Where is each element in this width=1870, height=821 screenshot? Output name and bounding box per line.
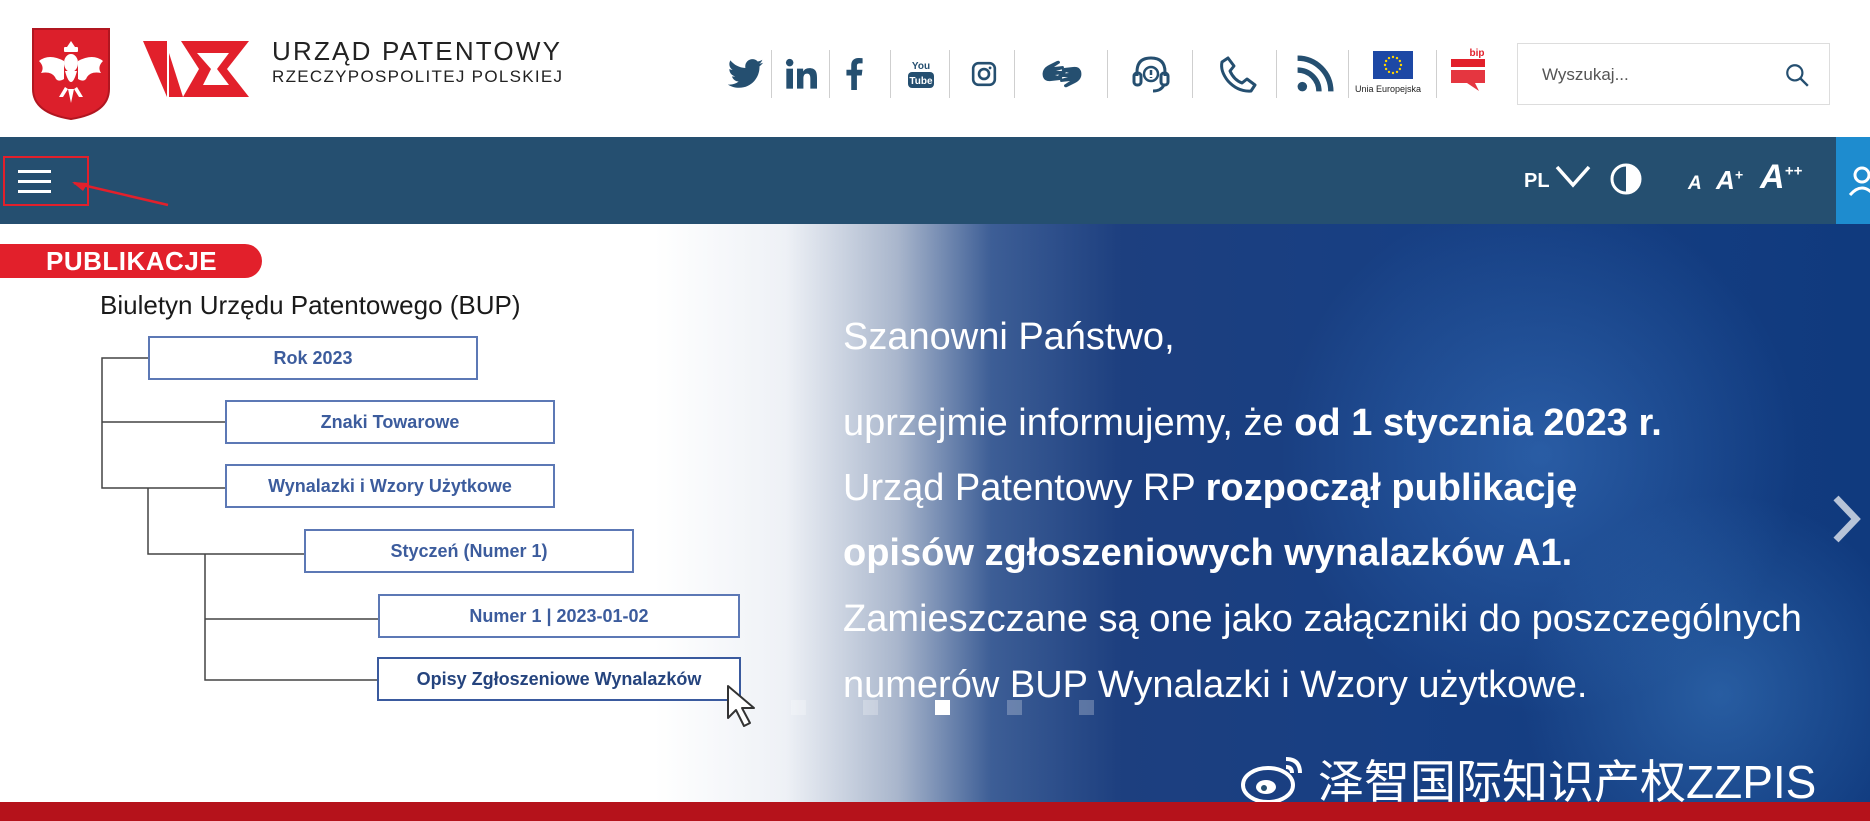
- slider-dot-active[interactable]: [935, 700, 950, 715]
- font-size-large-plus: ++: [1784, 162, 1803, 180]
- helpdesk-link[interactable]: [1126, 47, 1176, 101]
- brand-line-2: RZECZYPOSPOLITEJ POLSKIEJ: [272, 67, 564, 86]
- divider: [1348, 50, 1349, 98]
- divider: [1276, 50, 1277, 98]
- instagram-icon: [971, 61, 997, 87]
- hero-greeting: Szanowni Państwo,: [843, 316, 1175, 358]
- sign-language-link[interactable]: [1034, 47, 1090, 101]
- contrast-icon[interactable]: [1609, 162, 1643, 196]
- tree-item-year: Rok 2023: [148, 336, 478, 380]
- twitter-icon: [728, 59, 764, 88]
- hero-line-3-bold: opisów zgłoszeniowych wynalazków A1.: [843, 532, 1573, 574]
- accessibility-button[interactable]: [1836, 137, 1870, 224]
- hero-line-2-normal: Urząd Patentowy RP: [843, 467, 1206, 509]
- menu-line: [18, 190, 51, 193]
- slider-dot[interactable]: [863, 700, 878, 715]
- linkedin-icon: [785, 58, 817, 89]
- svg-text:bip: bip: [1470, 48, 1485, 59]
- slider-dot[interactable]: [1079, 700, 1094, 715]
- slider-dot[interactable]: [791, 700, 806, 715]
- chevron-down-icon[interactable]: [1555, 163, 1591, 189]
- divider: [1192, 50, 1193, 98]
- hero-line-2: Urząd Patentowy RP rozpoczął publikację: [843, 467, 1577, 510]
- language-selector[interactable]: PL: [1524, 170, 1550, 193]
- instagram-link[interactable]: [960, 47, 1008, 101]
- sign-language-icon: [1042, 60, 1082, 88]
- divider: [1107, 50, 1108, 98]
- facebook-link[interactable]: [836, 47, 872, 101]
- tree-item-application-descriptions: Opisy Zgłoszeniowe Wynalazków: [377, 657, 741, 701]
- font-size-medium-button[interactable]: A+: [1716, 165, 1743, 196]
- hero-line-2-bold: rozpoczął publikację: [1205, 467, 1578, 509]
- svg-text:You: You: [912, 61, 930, 72]
- hero-line-3: opisów zgłoszeniowych wynalazków A1.: [843, 532, 1572, 575]
- divider: [829, 50, 830, 98]
- tree-item-issue: Numer 1 | 2023-01-02: [378, 594, 740, 638]
- search-icon[interactable]: [1784, 62, 1810, 88]
- slider-dot[interactable]: [1007, 700, 1022, 715]
- tree-item-january: Styczeń (Numer 1): [304, 529, 634, 573]
- font-size-medium-label: A: [1716, 165, 1735, 195]
- font-size-large-label: A: [1760, 158, 1785, 196]
- font-size-large-button[interactable]: A++: [1760, 158, 1802, 197]
- bip-icon: bip: [1451, 48, 1485, 91]
- main-nav-bar: PL A A+ A++: [0, 137, 1870, 224]
- polish-emblem-logo[interactable]: [31, 27, 111, 121]
- eu-link[interactable]: [1354, 44, 1432, 86]
- divider: [1014, 50, 1015, 98]
- footer-red-bar: [0, 802, 1870, 821]
- hero-line-1-bold: od 1 stycznia 2023 r.: [1294, 402, 1662, 444]
- rss-icon: [1297, 55, 1334, 92]
- search-input[interactable]: [1542, 62, 1772, 88]
- rss-link[interactable]: [1292, 47, 1338, 101]
- watermark-text: 泽智国际知识产权ZZPIS: [1318, 756, 1817, 802]
- eu-label[interactable]: Unia Europejska: [1355, 84, 1421, 94]
- linkedin-link[interactable]: [778, 47, 824, 101]
- menu-line: [18, 170, 51, 173]
- headset-icon: [1132, 56, 1170, 93]
- facebook-icon: [846, 58, 863, 90]
- brand-name[interactable]: URZĄD PATENTOWY RZECZYPOSPOLITEJ POLSKIE…: [272, 36, 563, 88]
- search-box[interactable]: [1517, 43, 1830, 105]
- phone-link[interactable]: [1212, 47, 1264, 101]
- weibo-icon: [1241, 757, 1302, 802]
- hero-slider: PUBLIKACJE Biuletyn Urzędu Patentowego (…: [0, 224, 1870, 802]
- menu-line: [18, 180, 51, 183]
- tree-item-inventions: Wynalazki i Wzory Użytkowe: [225, 464, 555, 508]
- annotation-arrow-icon: [72, 181, 169, 207]
- svg-text:Tube: Tube: [909, 76, 933, 87]
- divider: [949, 50, 950, 98]
- patent-office-logo[interactable]: [143, 37, 249, 100]
- slider-next-arrow-icon[interactable]: [1826, 494, 1866, 544]
- bip-link[interactable]: bip: [1446, 46, 1490, 92]
- youtube-link[interactable]: You Tube: [897, 47, 945, 101]
- accessibility-user-icon: [1848, 166, 1870, 197]
- hero-line-5: numerów BUP Wynalazki i Wzory użytkowe.: [843, 664, 1588, 706]
- font-size-medium-plus: +: [1734, 166, 1743, 183]
- font-size-normal-button[interactable]: A: [1688, 173, 1702, 195]
- youtube-icon: You Tube: [908, 61, 934, 88]
- hero-line-1-normal: uprzejmie informujemy, że: [843, 402, 1295, 444]
- watermark: 泽智国际知识产权ZZPIS: [1240, 746, 1816, 802]
- divider: [771, 50, 772, 98]
- divider: [890, 50, 891, 98]
- divider: [1436, 50, 1437, 98]
- brand-line-1: URZĄD PATENTOWY: [272, 36, 563, 66]
- tree-item-trademarks: Znaki Towarowe: [225, 400, 555, 444]
- phone-icon: [1220, 56, 1257, 93]
- twitter-link[interactable]: [722, 47, 770, 101]
- mouse-cursor-icon: [727, 685, 755, 727]
- site-header: URZĄD PATENTOWY RZECZYPOSPOLITEJ POLSKIE…: [0, 0, 1870, 137]
- hero-line-4: Zamieszczane są one jako załączniki do p…: [843, 598, 1802, 640]
- eu-flag-icon: [1373, 51, 1413, 79]
- hero-line-1: uprzejmie informujemy, że od 1 stycznia …: [843, 402, 1662, 445]
- slider-prev-arrow-icon[interactable]: [20, 494, 60, 544]
